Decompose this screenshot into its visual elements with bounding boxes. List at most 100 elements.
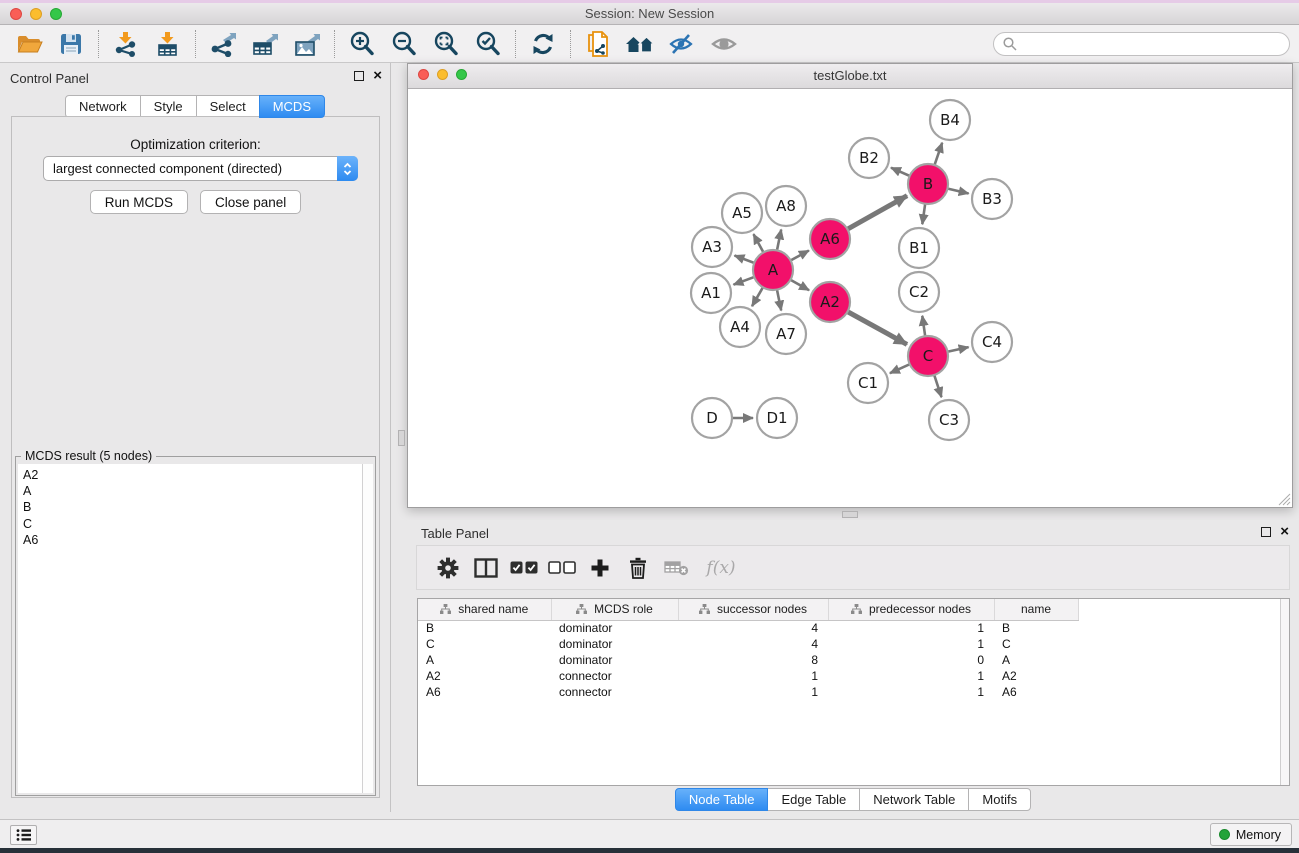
table-row[interactable]: A6connector11A6 <box>418 684 1078 700</box>
hide-graphics-button[interactable] <box>661 28 703 60</box>
tab-select[interactable]: Select <box>196 95 260 118</box>
graph-node-A4[interactable]: A4 <box>720 307 760 347</box>
save-floppy-icon <box>59 32 83 56</box>
float-panel-icon[interactable] <box>354 71 364 81</box>
fx-icon: f(x) <box>706 558 735 578</box>
tab-node-table[interactable]: Node Table <box>675 788 769 811</box>
tab-edge-table[interactable]: Edge Table <box>767 788 860 811</box>
window-resize-grip[interactable] <box>1278 493 1291 506</box>
close-panel-icon[interactable]: × <box>373 71 382 81</box>
column-header-shared-name[interactable]: shared name <box>418 599 551 620</box>
select-all-columns-button[interactable] <box>505 550 543 586</box>
delete-column-button[interactable] <box>619 550 657 586</box>
home-views-button[interactable] <box>619 28 661 60</box>
import-network-button[interactable] <box>105 28 147 60</box>
svg-text:A8: A8 <box>776 197 796 215</box>
column-header-name[interactable]: name <box>994 599 1078 620</box>
desktop-strip-bottom <box>0 848 1299 853</box>
graph-node-C2[interactable]: C2 <box>899 272 939 312</box>
table-row[interactable]: Bdominator41B <box>418 620 1078 636</box>
export-image-button[interactable] <box>286 28 328 60</box>
gear-icon <box>437 557 459 579</box>
clone-network-button[interactable] <box>577 28 619 60</box>
tab-network[interactable]: Network <box>65 95 141 118</box>
result-item[interactable]: A6 <box>18 532 373 548</box>
tab-mcds[interactable]: MCDS <box>259 95 325 118</box>
delete-table-button[interactable] <box>657 550 695 586</box>
network-window-titlebar[interactable]: testGlobe.txt <box>408 64 1292 89</box>
memory-button[interactable]: Memory <box>1210 823 1292 846</box>
panel-divider-handle[interactable] <box>398 430 405 446</box>
graph-node-A3[interactable]: A3 <box>692 227 732 267</box>
unselect-all-columns-button[interactable] <box>543 550 581 586</box>
optimization-criterion-label: Optimization criterion: <box>12 137 379 152</box>
show-graphics-button[interactable] <box>703 28 745 60</box>
graph-node-B2[interactable]: B2 <box>849 138 889 178</box>
tab-network-table[interactable]: Network Table <box>859 788 969 811</box>
table-settings-button[interactable] <box>429 550 467 586</box>
close-panel-button[interactable]: Close panel <box>200 190 301 214</box>
tab-style[interactable]: Style <box>140 95 197 118</box>
create-column-button[interactable] <box>581 550 619 586</box>
mcds-result-box: MCDS result (5 nodes) A2ABCA6 <box>15 456 376 796</box>
graph-node-B1[interactable]: B1 <box>899 228 939 268</box>
table-row[interactable]: Adominator80A <box>418 652 1078 668</box>
main-toolbar <box>0 25 1299 63</box>
graph-node-A8[interactable]: A8 <box>766 186 806 226</box>
table-row[interactable]: Cdominator41C <box>418 636 1078 652</box>
zoom-in-button[interactable] <box>341 28 383 60</box>
graph-node-D[interactable]: D <box>692 398 732 438</box>
svg-text:A5: A5 <box>732 204 752 222</box>
zoom-out-button[interactable] <box>383 28 425 60</box>
main-titlebar: Session: New Session <box>0 3 1299 25</box>
show-column-button[interactable] <box>467 550 505 586</box>
float-table-panel-icon[interactable] <box>1261 527 1271 537</box>
result-item[interactable]: C <box>18 516 373 532</box>
graph-node-C[interactable]: C <box>908 336 948 376</box>
graph-node-A1[interactable]: A1 <box>691 273 731 313</box>
svg-text:B3: B3 <box>982 190 1002 208</box>
result-item[interactable]: A <box>18 483 373 499</box>
run-mcds-button[interactable]: Run MCDS <box>90 190 188 214</box>
graph-node-A5[interactable]: A5 <box>722 193 762 233</box>
close-table-panel-icon[interactable]: × <box>1280 527 1289 537</box>
network-canvas[interactable]: B4 B2 B B3 A8 A5 A6 A3 B1 A C2 A1 A2 A4A7 C4 C C1 C3 D D1 <box>408 89 1292 507</box>
column-header-successor-nodes[interactable]: successor nodes <box>678 599 828 620</box>
graph-node-B[interactable]: B <box>908 164 948 204</box>
import-table-button[interactable] <box>147 28 189 60</box>
export-network-button[interactable] <box>202 28 244 60</box>
graph-node-A[interactable]: A <box>753 250 793 290</box>
columns-icon <box>474 558 498 578</box>
open-session-button[interactable] <box>8 28 50 60</box>
graph-node-B4[interactable]: B4 <box>930 100 970 140</box>
tab-motifs[interactable]: Motifs <box>968 788 1031 811</box>
graph-node-D1[interactable]: D1 <box>757 398 797 438</box>
optimization-criterion-select[interactable]: largest connected component (directed) <box>43 156 358 181</box>
task-history-button[interactable] <box>10 825 37 845</box>
graph-node-A7[interactable]: A7 <box>766 314 806 354</box>
dropdown-stepper-icon <box>337 156 358 181</box>
graph-node-A2[interactable]: A2 <box>810 282 850 322</box>
column-header-predecessor-nodes[interactable]: predecessor nodes <box>828 599 994 620</box>
panel-divider-handle[interactable] <box>842 511 858 518</box>
export-table-button[interactable] <box>244 28 286 60</box>
result-item[interactable]: B <box>18 499 373 515</box>
zoom-fit-button[interactable] <box>425 28 467 60</box>
function-builder-button[interactable]: f(x) <box>695 550 747 586</box>
zoom-selected-button[interactable] <box>467 28 509 60</box>
graph-node-B3[interactable]: B3 <box>972 179 1012 219</box>
mcds-panel: Optimization criterion: largest connecte… <box>11 116 380 798</box>
zoom-fit-icon <box>433 31 459 57</box>
save-session-button[interactable] <box>50 28 92 60</box>
column-header-MCDS-role[interactable]: MCDS role <box>551 599 678 620</box>
refresh-button[interactable] <box>522 28 564 60</box>
graph-node-C1[interactable]: C1 <box>848 363 888 403</box>
graph-node-A6[interactable]: A6 <box>810 219 850 259</box>
table-row[interactable]: A2connector11A2 <box>418 668 1078 684</box>
graph-node-C4[interactable]: C4 <box>972 322 1012 362</box>
network-window-title: testGlobe.txt <box>408 68 1292 83</box>
graph-node-C3[interactable]: C3 <box>929 400 969 440</box>
table-scrollbar[interactable] <box>1280 599 1289 785</box>
result-item[interactable]: A2 <box>18 464 373 483</box>
search-input[interactable] <box>993 32 1290 56</box>
